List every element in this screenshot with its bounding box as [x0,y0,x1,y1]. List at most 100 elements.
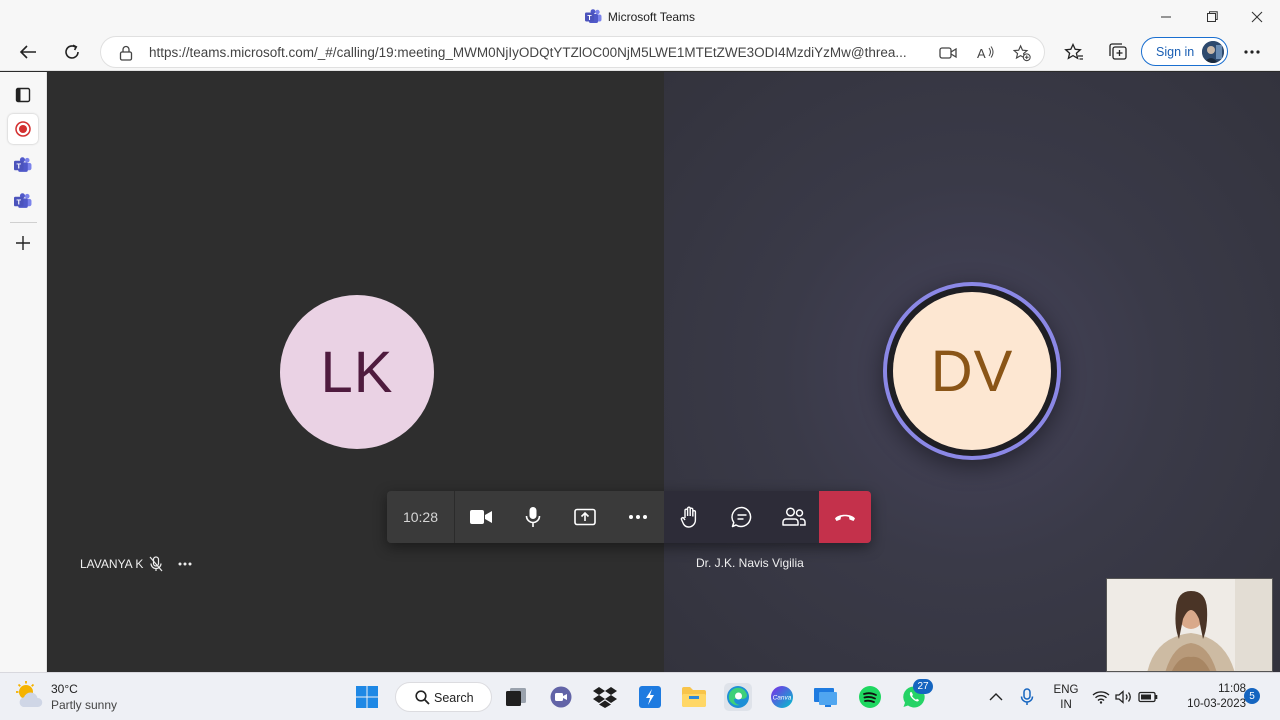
collections-button[interactable] [1103,37,1133,67]
call-timer: 10:28 [387,491,455,543]
hang-up-button[interactable] [819,491,871,543]
browser-sidebar: T T [0,72,47,672]
remote-desktop-button[interactable] [812,683,840,711]
people-icon [781,507,806,526]
new-tab-button[interactable] [8,228,38,258]
lock-icon [119,45,133,61]
more-horizontal-icon [178,562,192,566]
arrow-left-icon [19,45,36,59]
self-view-person-icon [1107,579,1272,671]
dropbox-button[interactable] [591,683,619,711]
read-aloud-button[interactable]: A [977,44,995,62]
weather-condition: Partly sunny [51,698,118,712]
favorites-icon [1064,43,1083,60]
svg-text:Canva: Canva [773,695,792,702]
start-button[interactable] [353,683,381,711]
sidebar-tab-teams-1[interactable]: T [8,150,38,180]
restore-icon [1207,10,1218,22]
participant-name: LAVANYA K [80,557,144,571]
weather-temp: 30°C [51,682,78,696]
phone-hangup-icon [835,514,855,521]
star-add-icon [1013,44,1031,62]
weather-widget[interactable]: 30°C Partly sunny [14,681,117,714]
folder-icon [682,687,706,707]
participant-name-tag: LAVANYA K [80,556,193,572]
share-screen-icon [574,508,596,526]
restore-button[interactable] [1189,0,1235,33]
microphone-icon [1020,688,1034,705]
svg-text:T: T [587,15,592,22]
call-control-bar: 10:28 [387,491,871,543]
minimize-button[interactable] [1143,0,1189,33]
clock[interactable]: 11:08 10-03-2023 [1170,682,1246,712]
chat-icon [731,506,752,528]
raise-hand-icon [680,506,697,528]
svg-text:A: A [977,46,986,61]
chat-button[interactable] [716,491,768,543]
camera-toggle-button[interactable] [455,491,507,543]
record-icon [15,121,31,137]
settings-more-button[interactable] [1237,37,1267,67]
teams-icon: T [584,9,602,23]
chevron-up-icon [989,693,1003,701]
more-actions-button[interactable] [611,491,664,543]
participants-button[interactable] [768,491,819,543]
camera-permission-button[interactable] [939,44,957,62]
plus-icon [16,236,30,250]
show-hidden-icons-button[interactable] [982,683,1010,711]
whatsapp-unread-badge: 27 [913,679,933,694]
participant-tile-lavanya: LK LAVANYA K [48,72,664,672]
browser-toolbar: https://teams.microsoft.com/_#/calling/1… [0,33,1280,71]
add-favorite-button[interactable] [1013,44,1031,62]
participant-avatar: LK [280,295,434,449]
collections-icon [1109,43,1127,60]
dropbox-icon [593,687,617,708]
microphone-tray-button[interactable] [1013,683,1041,711]
url-text: https://teams.microsoft.com/_#/calling/1… [149,45,907,60]
quick-settings-button[interactable] [1090,683,1160,711]
tabs-icon [15,87,31,103]
close-icon [1251,11,1263,22]
spotify-button[interactable] [856,683,884,711]
task-view-button[interactable] [502,683,530,711]
file-explorer-button[interactable] [680,683,708,711]
sidebar-divider [10,222,37,223]
close-window-button[interactable] [1234,0,1280,33]
profile-photo-icon [1202,41,1224,63]
language-indicator[interactable]: ENG IN [1049,683,1083,713]
teams-icon: T [14,193,32,208]
edge-browser-button[interactable] [724,683,752,711]
teams-chat-taskbar-button[interactable] [547,683,575,711]
refresh-button[interactable] [57,37,87,67]
notification-count-badge[interactable]: 5 [1244,688,1260,704]
video-chat-icon [550,686,572,708]
partly-sunny-icon [16,681,43,707]
back-button[interactable] [13,37,43,67]
teams-icon: T [14,157,32,172]
taskbar-search[interactable]: Search [395,682,492,712]
video-camera-icon [939,47,957,59]
tab-actions-button[interactable] [8,80,38,110]
sidebar-tab-teams-2[interactable]: T [8,186,38,216]
favorites-button[interactable] [1059,37,1089,67]
canva-button[interactable]: Canva [768,683,796,711]
svg-text:T: T [16,161,21,170]
address-bar[interactable]: https://teams.microsoft.com/_#/calling/1… [100,36,1045,68]
share-screen-button[interactable] [559,491,611,543]
refresh-icon [65,44,79,59]
raise-hand-button[interactable] [664,491,716,543]
more-horizontal-icon [1244,50,1260,54]
more-horizontal-icon [628,515,647,519]
windows-taskbar: 30°C Partly sunny Search Canva 27 ENG IN… [0,672,1280,720]
monitor-icon [814,688,837,707]
self-view-video [1106,578,1273,672]
profile-avatar [1202,41,1224,63]
participant-options-button[interactable] [177,561,193,567]
sidebar-tab-recording[interactable] [8,114,38,144]
sign-in-button[interactable]: Sign in [1141,37,1228,66]
microphone-toggle-button[interactable] [507,491,559,543]
read-aloud-icon: A [977,46,994,61]
azure-app-button[interactable] [636,683,664,711]
participant-name: Dr. J.K. Navis Vigilia [696,556,804,570]
spotify-icon [859,686,881,708]
